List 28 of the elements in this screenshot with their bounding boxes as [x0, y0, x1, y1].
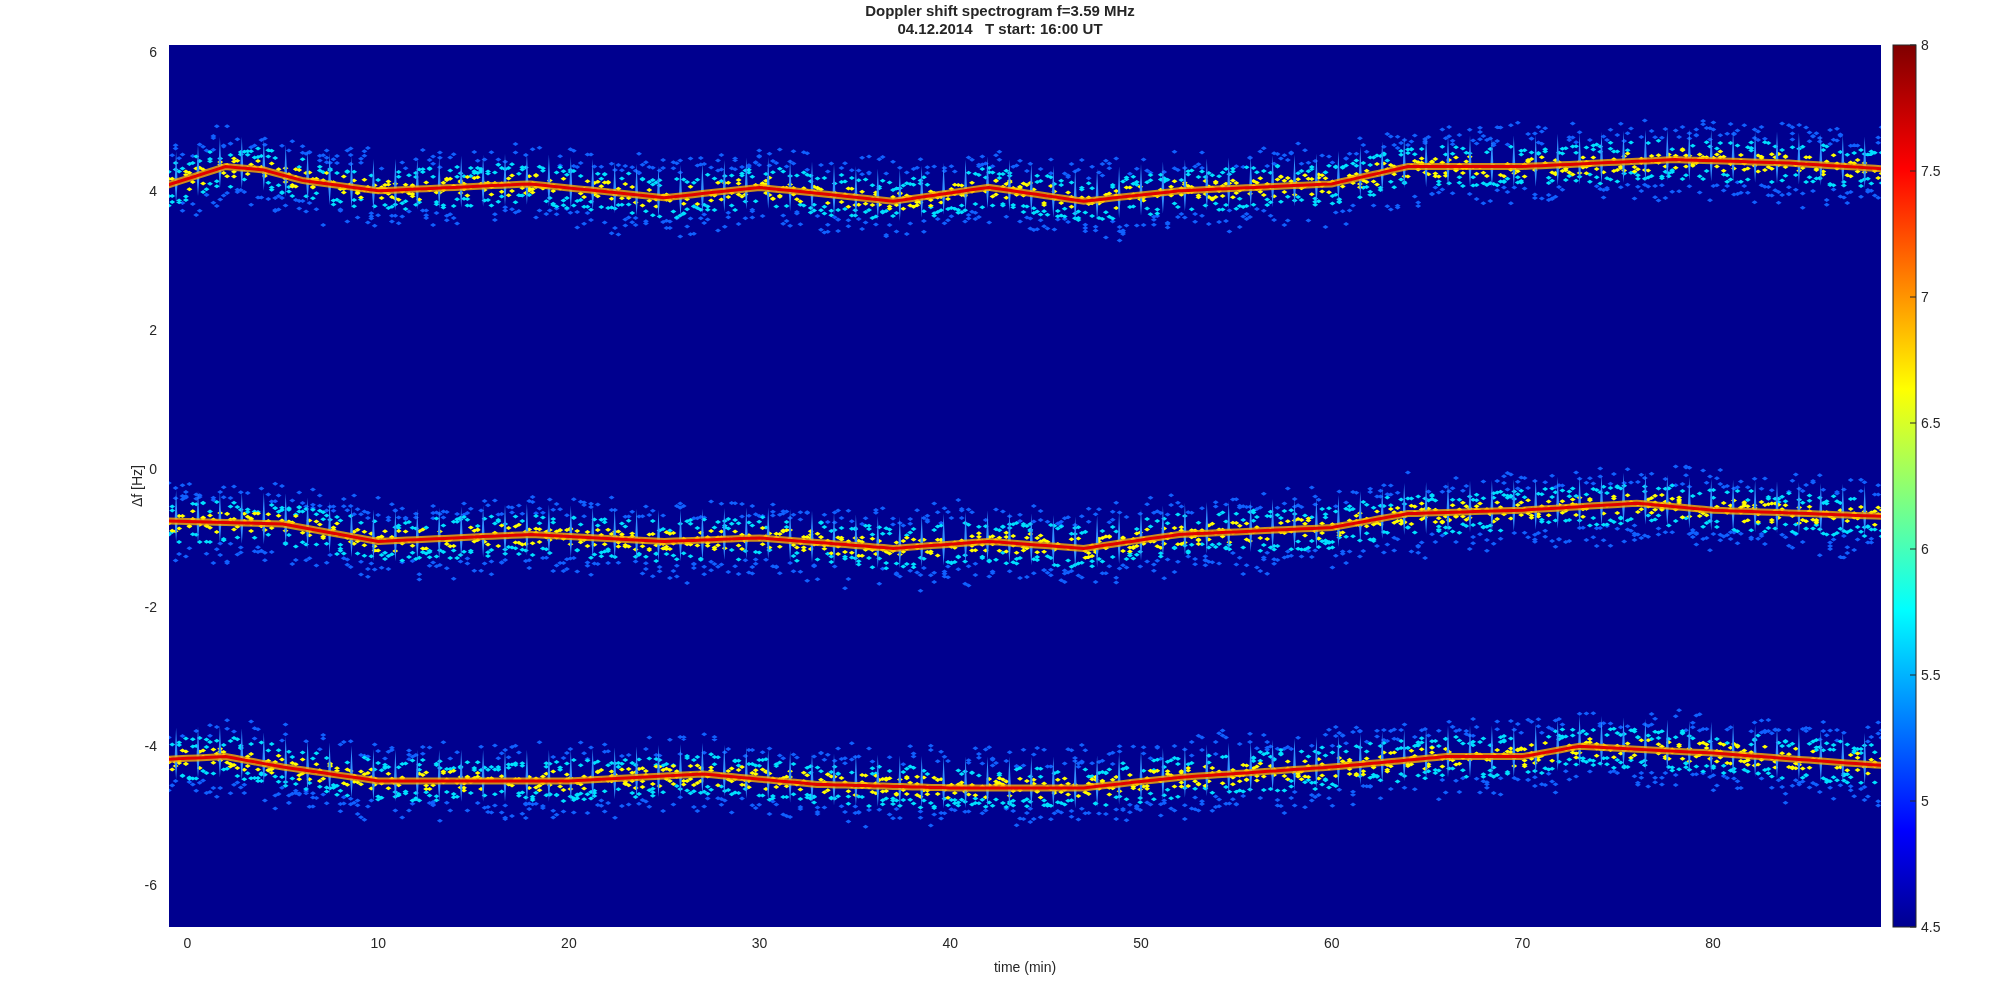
colorbar-tick-label: 4.5: [1921, 919, 1941, 935]
y-tick-label: -6: [144, 877, 157, 894]
colorbar-tick-label: 7.5: [1921, 163, 1941, 179]
chart-title: Doppler shift spectrogram f=3.59 MHz: [865, 2, 1135, 19]
y-tick-label: 6: [149, 44, 157, 60]
colorbar-tick-label: 8: [1921, 37, 1929, 53]
colorbar-tick-label: 7: [1921, 289, 1929, 305]
x-tick-label: 80: [1705, 935, 1721, 951]
colorbar-tick-label: 6.5: [1921, 415, 1941, 431]
x-tick-label: 10: [370, 935, 386, 951]
x-tick-label: 70: [1514, 935, 1531, 951]
y-axis-label: Δf [Hz]: [129, 465, 145, 507]
y-tick-label: 2: [149, 321, 157, 338]
y-tick-label: -4: [144, 738, 157, 755]
chart-title: 04.12.2014 T start: 16:00 UT: [897, 20, 1103, 37]
colorbar-tick-label: 5.5: [1921, 667, 1941, 683]
x-tick-label: 40: [942, 935, 959, 951]
y-tick-label: 4: [149, 182, 157, 199]
x-tick-label: 0: [183, 935, 192, 951]
colorbar-tick-label: 5: [1921, 793, 1929, 809]
x-tick-label: 20: [561, 935, 577, 951]
x-tick-label: 60: [1323, 935, 1340, 951]
x-axis-label: time (min): [993, 959, 1057, 975]
x-tick-label: 30: [751, 935, 768, 951]
y-tick-label: 0: [149, 460, 157, 477]
y-tick-label: -2: [144, 599, 157, 616]
x-tick-label: 50: [1133, 935, 1149, 951]
colorbar-tick-label: 6: [1921, 541, 1929, 557]
